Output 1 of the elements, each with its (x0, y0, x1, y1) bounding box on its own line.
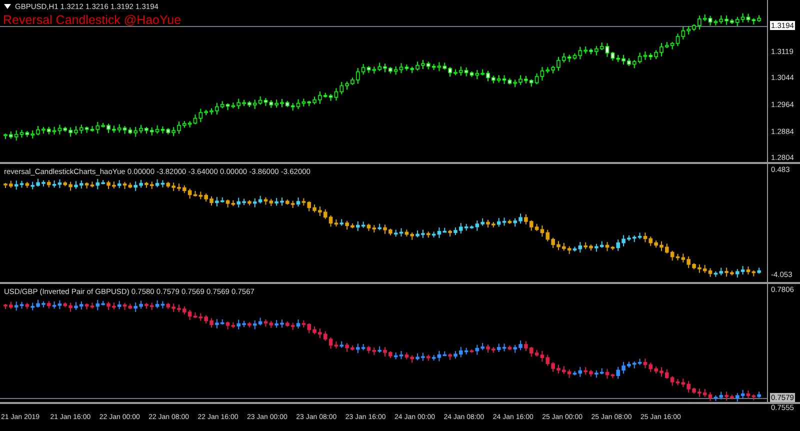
indicator-title: Reversal Candlestick @HaoYue (3, 13, 182, 27)
